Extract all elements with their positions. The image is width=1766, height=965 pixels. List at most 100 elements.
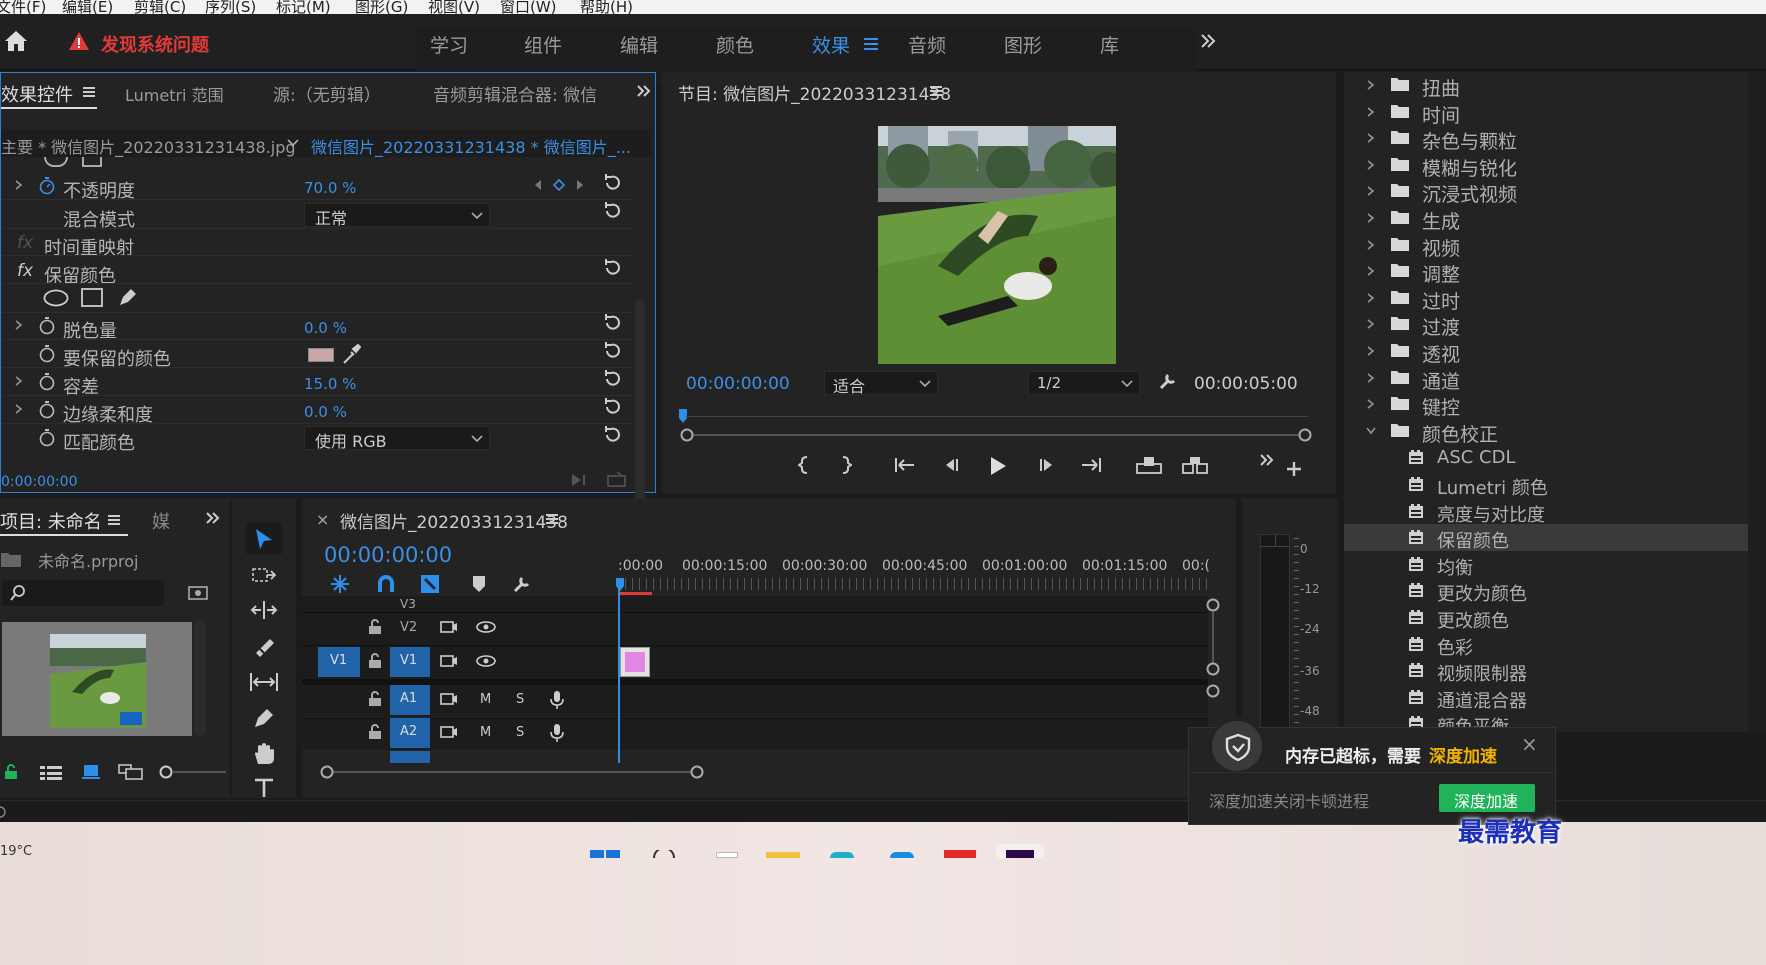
track-v1-target[interactable]: V1 [390,647,430,677]
search-icon[interactable] [652,850,676,858]
toggle-sync-icon[interactable] [440,655,458,667]
effect-item[interactable]: Lumetri 颜色 [1344,471,1748,499]
solo-a2-button[interactable]: S [516,725,524,740]
effect-folder[interactable]: 模糊与锐化 [1344,152,1748,180]
scrollbar[interactable] [635,299,645,529]
eye-icon[interactable] [476,655,496,667]
chevron-right-icon[interactable] [1366,133,1376,143]
prev-keyframe-icon[interactable] [534,179,542,191]
tab-lumetri-scopes[interactable]: Lumetri 范围 [125,82,224,106]
stopwatch-icon[interactable] [39,401,55,419]
zoom-slider[interactable] [158,764,226,780]
search-input[interactable] [2,580,164,606]
stopwatch-icon[interactable] [39,317,55,335]
browser-icon[interactable] [890,852,914,858]
menu-file[interactable]: 文件(F) [0,0,46,14]
effect-folder[interactable]: 通道 [1344,365,1748,393]
reset-icon[interactable] [603,426,625,444]
premiere-taskbar-button[interactable] [996,844,1044,858]
stopwatch-icon[interactable] [39,373,55,391]
next-keyframe-icon[interactable] [576,179,584,191]
add-marker-icon[interactable] [472,575,486,593]
home-icon[interactable] [4,30,28,52]
wrench-icon[interactable] [1158,371,1178,391]
workspace-audio[interactable]: 音频 [908,31,946,58]
track-a1-target[interactable]: A1 [390,685,430,715]
menu-sequence[interactable]: 序列(S) [205,0,256,14]
work-area-bar[interactable] [618,592,652,595]
workspace-effects[interactable]: 效果 [812,31,850,58]
effect-item[interactable]: 色彩 [1344,631,1748,659]
effect-folder[interactable]: 沉浸式视频 [1344,178,1748,206]
notification-highlight[interactable]: 深度加速 [1429,742,1497,767]
mute-a1-button[interactable]: M [480,692,491,707]
effect-folder[interactable]: 杂色与颗粒 [1344,125,1748,153]
track-v3-label[interactable]: V3 [400,597,416,611]
timeline-timecode[interactable]: 00:00:00:00 [324,543,452,567]
chevron-right-icon[interactable] [1366,213,1376,223]
chevron-right-icon[interactable] [1366,373,1376,383]
lock-icon[interactable] [368,619,382,635]
playhead-line[interactable] [618,578,620,763]
go-to-in-icon[interactable] [894,457,916,473]
match-colors-dropdown[interactable]: 使用 RGB [304,426,490,451]
track-v2-label[interactable]: V2 [400,620,417,635]
time-remap-label[interactable]: 时间重映射 [44,234,134,260]
ellipse-mask-icon[interactable] [44,157,68,167]
media-thumbnail[interactable] [2,622,192,736]
opacity-value[interactable]: 70.0 % [304,179,356,197]
project-file-name[interactable]: 未命名.prproj [38,548,138,572]
track-a2-target[interactable]: A2 [390,718,430,748]
ripple-edit-tool-icon[interactable] [250,600,278,620]
edge-softness-value[interactable]: 0.0 % [304,403,347,421]
fx-icon[interactable]: fx [17,261,33,281]
rectangle-mask-icon[interactable] [82,157,102,167]
reset-icon[interactable] [603,174,625,192]
playhead-marker[interactable] [616,578,624,592]
clip-label[interactable]: 微信图片_20220331231438 * 微信图片_... [311,134,631,158]
tab-effect-controls[interactable]: 效果控件 [1,81,73,107]
wrench-icon[interactable] [512,574,532,594]
chevron-double-right-icon[interactable] [637,85,651,97]
toggle-sync-icon[interactable] [440,693,458,705]
microphone-icon[interactable] [550,690,564,710]
icon-view-icon[interactable] [82,764,100,780]
keep-color-label[interactable]: 保留颜色 [44,262,116,288]
track-scroll-handle[interactable] [1206,684,1220,698]
pen-mask-icon[interactable] [117,286,139,308]
slip-tool-icon[interactable] [249,672,279,692]
zoom-scrollbar[interactable] [680,428,1312,442]
ellipse-mask-icon[interactable] [43,289,69,307]
mark-out-icon[interactable] [840,456,852,474]
track-scroll-handle[interactable] [1206,598,1220,612]
master-clip-label[interactable]: 主要 * 微信图片_20220331231438.jpg [1,134,296,158]
microphone-icon[interactable] [550,723,564,743]
chevron-right-icon[interactable] [1366,160,1376,170]
app-icon[interactable] [944,850,976,858]
freeform-view-icon[interactable] [118,764,144,780]
track-select-tool-icon[interactable] [252,566,276,584]
export-icon[interactable] [607,471,627,487]
tab-audio-clip-mixer[interactable]: 音频剪辑混合器: 微信 [433,81,597,106]
close-icon[interactable]: × [316,510,329,529]
chevron-right-icon[interactable] [1366,240,1376,250]
toggle-sync-icon[interactable] [440,621,458,633]
ec-timecode[interactable]: 0:00:00:00 [1,474,78,490]
weather-temp[interactable]: 19°C [0,844,32,859]
lock-icon[interactable] [368,724,382,740]
extract-icon[interactable] [1182,456,1208,474]
chevron-right-icon[interactable] [1366,346,1376,356]
effect-item[interactable]: 保留颜色 [1344,524,1748,552]
selection-tool-icon[interactable] [254,528,274,550]
stopwatch-icon[interactable] [39,429,55,447]
scrollbar[interactable] [1748,72,1766,732]
chevron-right-icon[interactable] [1366,399,1376,409]
lock-icon[interactable] [4,764,18,780]
hamburger-icon[interactable] [83,87,95,98]
chevron-down-icon[interactable] [287,139,299,147]
eye-icon[interactable] [476,621,496,633]
effect-item[interactable]: 视频限制器 [1344,657,1748,685]
zoom-dropdown[interactable]: 适合 [824,371,938,396]
pen-tool-icon[interactable] [252,706,276,730]
reset-icon[interactable] [603,342,625,360]
